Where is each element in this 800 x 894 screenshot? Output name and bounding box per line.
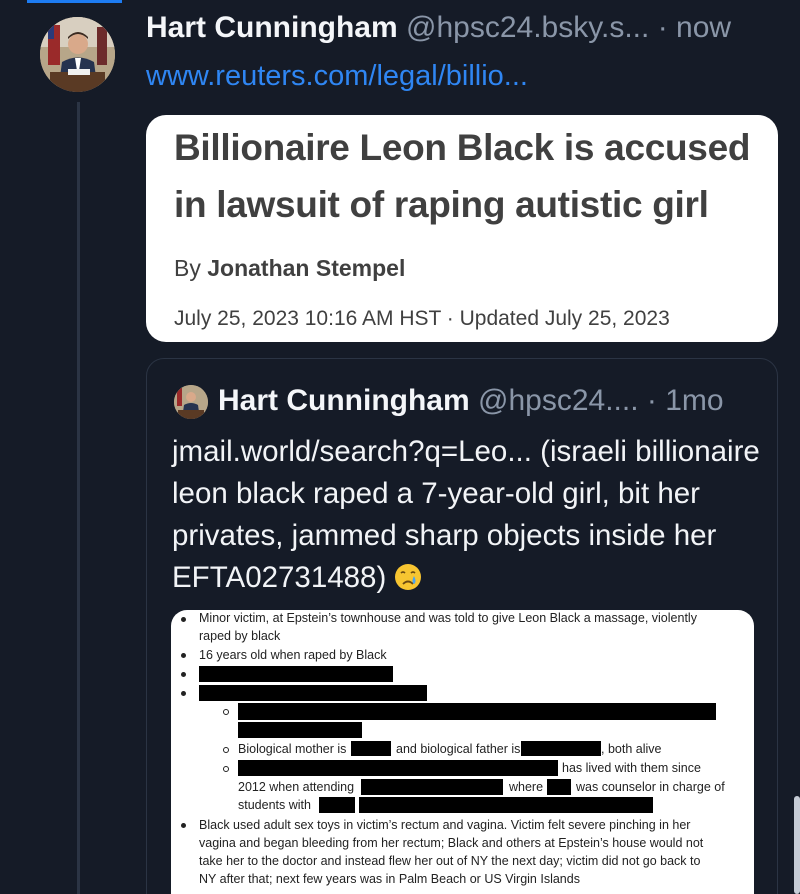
doc-line: Black used adult sex toys in victim’s re… [199,818,691,832]
doc-line: NY after that; next few years was in Pal… [199,872,580,886]
quote-text: jmail.world/search?q=Leo... (israeli bil… [172,431,772,599]
doc-bullet [181,691,186,696]
document-screenshot[interactable]: Minor victim, at Epstein’s townhouse and… [171,610,754,894]
header-separator: · [657,11,668,44]
doc-bullet [181,653,186,658]
doc-sub-bullet [223,709,229,715]
redaction-bar [547,779,571,795]
active-tab-indicator [27,0,122,3]
post-timestamp[interactable]: now [676,11,731,44]
redaction-bar [521,741,601,756]
doc-line: raped by black [199,629,281,643]
redaction-bar [319,797,355,813]
quote-timestamp[interactable]: 1mo [665,384,723,417]
card-byline: By Jonathan Stempel [174,255,405,282]
quote-author-name[interactable]: Hart Cunningham [218,384,470,417]
byline-author: Jonathan Stempel [207,255,406,281]
doc-line: vagina and began bleeding from her rectu… [199,836,704,850]
redaction-bar [238,760,558,776]
post-link[interactable]: www.reuters.com/legal/billio... [146,58,528,94]
thread-line [77,102,80,894]
doc-line: has lived with them since [562,761,701,775]
doc-line: take her to the doctor and instead flew … [199,854,701,868]
redaction-bar [238,703,716,720]
avatar[interactable] [40,17,115,92]
doc-sub-bullet [223,766,229,772]
doc-line: Biological mother is [238,742,347,756]
card-title: Billionaire Leon Black is accused in law… [174,127,751,225]
quote-separator: · [646,384,657,417]
link-preview-card[interactable]: Billionaire Leon Black is accused in law… [146,115,778,342]
doc-line: 16 years old when raped by Black [199,648,387,662]
quoted-post-card[interactable]: Hart Cunningham @hpsc24.... · 1mo jmail.… [146,358,778,894]
author-name[interactable]: Hart Cunningham [146,11,398,44]
doc-sub-bullet [223,747,229,753]
quote-author-handle[interactable]: @hpsc24.... [478,384,639,417]
doc-line: students with [238,798,311,812]
crying-face-icon [395,564,422,590]
avatar-photo [40,17,115,92]
redaction-bar [351,741,391,756]
quote-avatar[interactable] [174,385,208,419]
doc-bullet [181,823,186,828]
quote-avatar-photo [174,385,208,419]
doc-line: 2012 when attending [238,780,355,794]
doc-bullet [181,672,186,677]
post-header: Hart Cunningham @hpsc24.bsky.s... · now [146,8,731,48]
doc-line: was counselor in charge of [576,780,725,794]
byline-prefix: By [174,255,201,281]
redaction-bar [199,685,427,701]
redaction-bar [238,722,362,738]
doc-line: , both alive [601,742,662,756]
doc-line: and biological father is [396,742,521,756]
author-handle[interactable]: @hpsc24.bsky.s... [406,11,649,44]
doc-bullet [181,617,186,622]
redaction-bar [361,779,503,795]
card-date: July 25, 2023 10:16 AM HST · Updated Jul… [174,307,670,330]
scrollbar-thumb[interactable] [794,796,800,894]
doc-line: where [509,780,544,794]
doc-line: Minor victim, at Epstein’s townhouse and… [199,611,697,625]
quote-body: jmail.world/search?q=Leo... (israeli bil… [172,435,760,594]
quote-header: Hart Cunningham @hpsc24.... · 1mo [218,381,724,421]
redaction-bar [199,666,393,682]
redaction-bar [359,797,653,813]
